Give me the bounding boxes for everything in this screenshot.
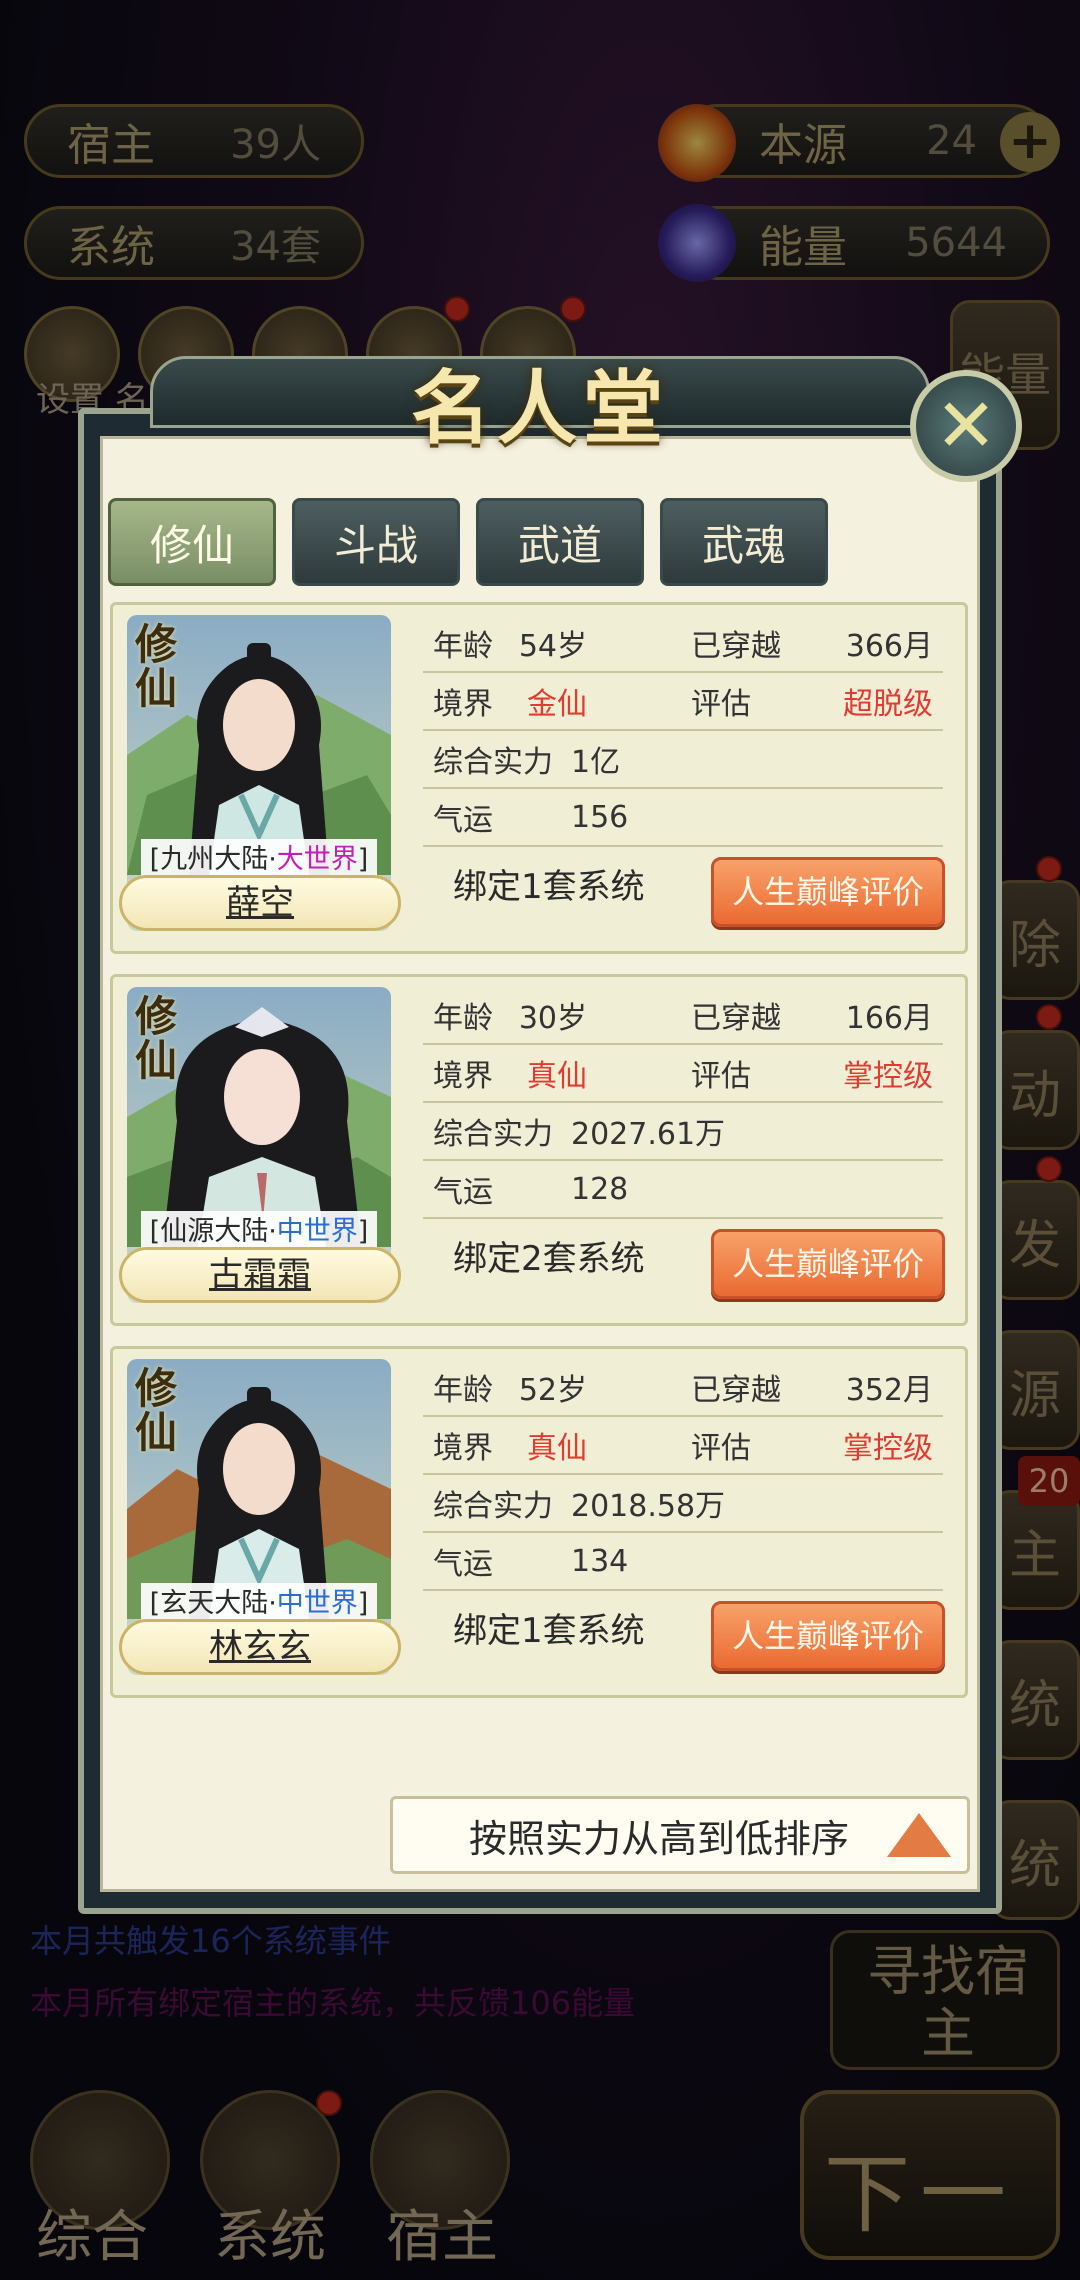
traveled-value: 366月 <box>845 629 933 664</box>
peak-evaluation-button[interactable]: 人生巅峰评价 <box>711 857 945 927</box>
luck-label: 气运 <box>433 803 493 838</box>
realm-value: 真仙 <box>527 1059 587 1094</box>
hero-stats: 年龄 52岁 已穿越 352月 境界 真仙 评估 掌控级 综合实力 2018.5… <box>423 1359 943 1591</box>
realm-value: 金仙 <box>527 687 587 722</box>
sort-label: 按照实力从高到低排序 <box>469 1816 850 1861</box>
peak-evaluation-button[interactable]: 人生巅峰评价 <box>711 1229 945 1299</box>
world-name: [仙源大陆· <box>149 1216 277 1247</box>
luck-value: 134 <box>571 1543 629 1579</box>
power-label: 综合实力 <box>433 1117 553 1152</box>
hero-name: 林玄玄 <box>209 1627 311 1667</box>
realm-value: 真仙 <box>527 1431 587 1466</box>
traveled-value: 352月 <box>845 1373 933 1408</box>
traveled-label: 已穿越 <box>691 1373 781 1408</box>
cultivation-tag: 修仙 <box>135 620 178 713</box>
world-name: [九州大陆· <box>149 844 277 875</box>
world-bracket: ] <box>357 1588 369 1619</box>
traveled-label: 已穿越 <box>691 629 781 664</box>
luck-value: 156 <box>571 799 629 835</box>
stat-row-power: 综合实力 1亿 <box>423 731 943 789</box>
age-value: 30岁 <box>518 1001 587 1036</box>
close-icon: ✕ <box>934 383 997 469</box>
world-bracket: ] <box>357 844 369 875</box>
close-button[interactable]: ✕ <box>910 370 1022 482</box>
hero-name-plate[interactable]: 林玄玄 <box>119 1619 401 1675</box>
sort-up-arrow-icon <box>887 1813 951 1857</box>
age-label: 年龄 <box>433 1373 493 1408</box>
realm-label: 境界 <box>433 1059 493 1094</box>
bound-systems: 绑定1套系统 <box>453 867 645 907</box>
stat-row-luck: 气运 134 <box>423 1533 943 1591</box>
cultivation-tag: 修仙 <box>135 992 178 1085</box>
luck-label: 气运 <box>433 1547 493 1582</box>
realm-label: 境界 <box>433 1431 493 1466</box>
age-label: 年龄 <box>433 1001 493 1036</box>
stat-row-realm: 境界 金仙 评估 超脱级 <box>423 673 943 731</box>
stat-row-age: 年龄 30岁 已穿越 166月 <box>423 987 943 1045</box>
sort-toggle[interactable]: 按照实力从高到低排序 <box>390 1796 970 1874</box>
luck-label: 气运 <box>433 1175 493 1210</box>
stat-row-age: 年龄 54岁 已穿越 366月 <box>423 615 943 673</box>
age-label: 年龄 <box>433 629 493 664</box>
rating-label: 评估 <box>691 1431 751 1466</box>
hero-card: 修仙 [玄天大陆·中世界] 林玄玄 年龄 52岁 已穿越 352月 境界 真仙 … <box>110 1346 968 1698</box>
traveled-value: 166月 <box>845 1001 933 1036</box>
age-value: 54岁 <box>518 629 587 664</box>
stat-row-luck: 气运 156 <box>423 789 943 847</box>
power-value: 2018.58万 <box>571 1489 726 1524</box>
rating-label: 评估 <box>691 1059 751 1094</box>
stat-row-power: 综合实力 2018.58万 <box>423 1475 943 1533</box>
stat-row-luck: 气运 128 <box>423 1161 943 1219</box>
hero-name-plate[interactable]: 古霜霜 <box>119 1247 401 1303</box>
world-level: 中世界 <box>276 1588 358 1619</box>
power-value: 1亿 <box>571 745 621 780</box>
hero-card: 修仙 [仙源大陆·中世界] 古霜霜 年龄 30岁 已穿越 166月 境界 真仙 … <box>110 974 968 1326</box>
rating-value: 掌控级 <box>843 1059 933 1094</box>
stat-row-age: 年龄 52岁 已穿越 352月 <box>423 1359 943 1417</box>
bound-systems: 绑定2套系统 <box>453 1239 645 1279</box>
hero-name-plate[interactable]: 薛空 <box>119 875 401 931</box>
cultivation-tag: 修仙 <box>135 1364 178 1457</box>
rating-value: 超脱级 <box>843 687 933 722</box>
luck-value: 128 <box>571 1171 629 1207</box>
hero-stats: 年龄 30岁 已穿越 166月 境界 真仙 评估 掌控级 综合实力 2027.6… <box>423 987 943 1219</box>
hero-name: 古霜霜 <box>209 1255 311 1295</box>
world-bracket: ] <box>357 1216 369 1247</box>
world-name: [玄天大陆· <box>149 1588 277 1619</box>
tab-wudao[interactable]: 武道 <box>476 498 644 586</box>
power-label: 综合实力 <box>433 745 553 780</box>
tab-label: 斗战 <box>333 520 418 570</box>
tab-douzhan[interactable]: 斗战 <box>292 498 460 586</box>
traveled-label: 已穿越 <box>691 1001 781 1036</box>
hero-card: 修仙 [九州大陆·大世界] 薛空 年龄 54岁 已穿越 366月 境界 金仙 评… <box>110 602 968 954</box>
tab-label: 武魂 <box>701 520 786 570</box>
rating-value: 掌控级 <box>843 1431 933 1466</box>
hero-stats: 年龄 54岁 已穿越 366月 境界 金仙 评估 超脱级 综合实力 1亿 气运 … <box>423 615 943 847</box>
realm-label: 境界 <box>433 687 493 722</box>
power-value: 2027.61万 <box>571 1117 726 1152</box>
tab-label: 武道 <box>517 520 602 570</box>
hero-name: 薛空 <box>226 883 294 923</box>
bound-systems: 绑定1套系统 <box>453 1611 645 1651</box>
stat-row-realm: 境界 真仙 评估 掌控级 <box>423 1417 943 1475</box>
tab-wuhun[interactable]: 武魂 <box>660 498 828 586</box>
peak-evaluation-button[interactable]: 人生巅峰评价 <box>711 1601 945 1671</box>
rating-label: 评估 <box>691 687 751 722</box>
age-value: 52岁 <box>518 1373 587 1408</box>
power-label: 综合实力 <box>433 1489 553 1524</box>
stat-row-power: 综合实力 2027.61万 <box>423 1103 943 1161</box>
world-level: 中世界 <box>276 1216 358 1247</box>
world-level: 大世界 <box>276 844 358 875</box>
stat-row-realm: 境界 真仙 评估 掌控级 <box>423 1045 943 1103</box>
tab-xiuxian[interactable]: 修仙 <box>108 498 276 586</box>
tab-label: 修仙 <box>149 520 234 570</box>
